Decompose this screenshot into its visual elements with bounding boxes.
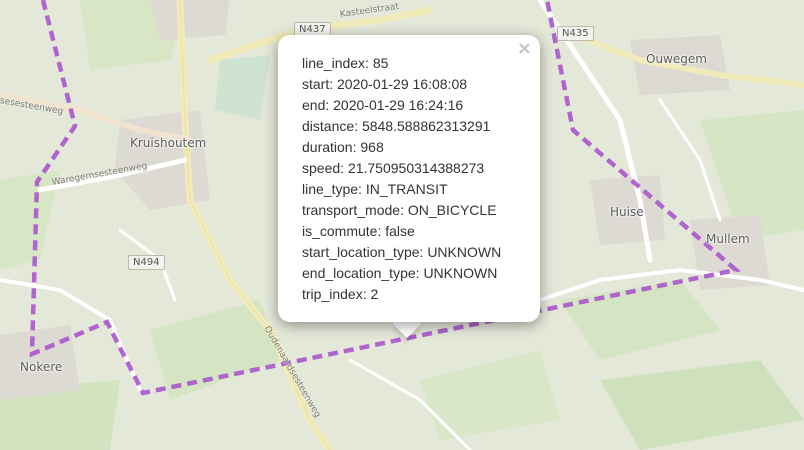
popup-property-speed: speed: 21.750950314388273 [302, 158, 501, 179]
property-key: line_index [302, 55, 366, 71]
property-separator: : [325, 97, 334, 113]
popup-content: line_index: 85 start: 2020-01-29 16:08:08… [302, 53, 501, 305]
road-shield-n494: N494 [128, 255, 165, 270]
property-key: trip_index [302, 286, 363, 302]
property-key: distance [302, 118, 355, 134]
property-value: 968 [360, 139, 384, 155]
property-key: end_location_type [302, 265, 416, 281]
property-value: ON_BICYCLE [407, 202, 497, 218]
property-value: 2 [370, 286, 379, 302]
popup-property-line-index: line_index: 85 [302, 53, 501, 74]
popup-property-end: end: 2020-01-29 16:24:16 [302, 95, 501, 116]
property-separator: : [340, 160, 348, 176]
popup-property-trip-index: trip_index: 2 [302, 284, 501, 305]
property-separator: : [329, 76, 338, 92]
popup-property-transport-mode: transport_mode: ON_BICYCLE [302, 200, 501, 221]
property-separator: : [365, 55, 373, 71]
popup-property-duration: duration: 968 [302, 137, 501, 158]
property-key: start_location_type [302, 244, 420, 260]
place-label-kruishoutem: Kruishoutem [130, 136, 207, 150]
property-key: duration [302, 139, 353, 155]
property-value: 5848.588862313291 [361, 118, 491, 134]
property-key: end [302, 97, 326, 113]
property-key: start [302, 76, 330, 92]
popup-property-line-type: line_type: IN_TRANSIT [302, 179, 501, 200]
popup-property-start: start: 2020-01-29 16:08:08 [302, 74, 501, 95]
place-label-ouwegem: Ouwegem [646, 52, 707, 66]
property-value: 2020-01-29 16:08:08 [337, 76, 468, 92]
property-separator: : [354, 118, 362, 134]
road-shield-n435: N435 [557, 26, 594, 41]
popup-property-is-commute: is_commute: false [302, 221, 501, 242]
property-separator: : [400, 202, 408, 218]
property-value: UNKNOWN [427, 244, 502, 260]
property-value: false [385, 223, 415, 239]
map-view[interactable]: Kruishoutem Nokere Huise Mullem Ouwegem … [0, 0, 804, 450]
place-label-mullem: Mullem [706, 232, 750, 246]
close-icon[interactable]: × [517, 39, 532, 59]
property-value: 2020-01-29 16:24:16 [333, 97, 464, 113]
property-value: IN_TRANSIT [365, 181, 448, 197]
place-label-nokere: Nokere [20, 360, 63, 374]
property-value: 85 [372, 55, 389, 71]
property-separator: : [358, 181, 366, 197]
popup-property-start-location-type: start_location_type: UNKNOWN [302, 242, 501, 263]
property-key: speed [302, 160, 341, 176]
property-value: 21.750950314388273 [347, 160, 485, 176]
property-value: UNKNOWN [423, 265, 498, 281]
place-label-huise: Huise [610, 205, 644, 219]
route-popup: × line_index: 85 start: 2020-01-29 16:08:… [278, 35, 540, 322]
property-key: line_type [302, 181, 359, 197]
popup-property-end-location-type: end_location_type: UNKNOWN [302, 263, 501, 284]
property-key: transport_mode [302, 202, 401, 218]
property-key: is_commute [302, 223, 378, 239]
popup-property-distance: distance: 5848.588862313291 [302, 116, 501, 137]
